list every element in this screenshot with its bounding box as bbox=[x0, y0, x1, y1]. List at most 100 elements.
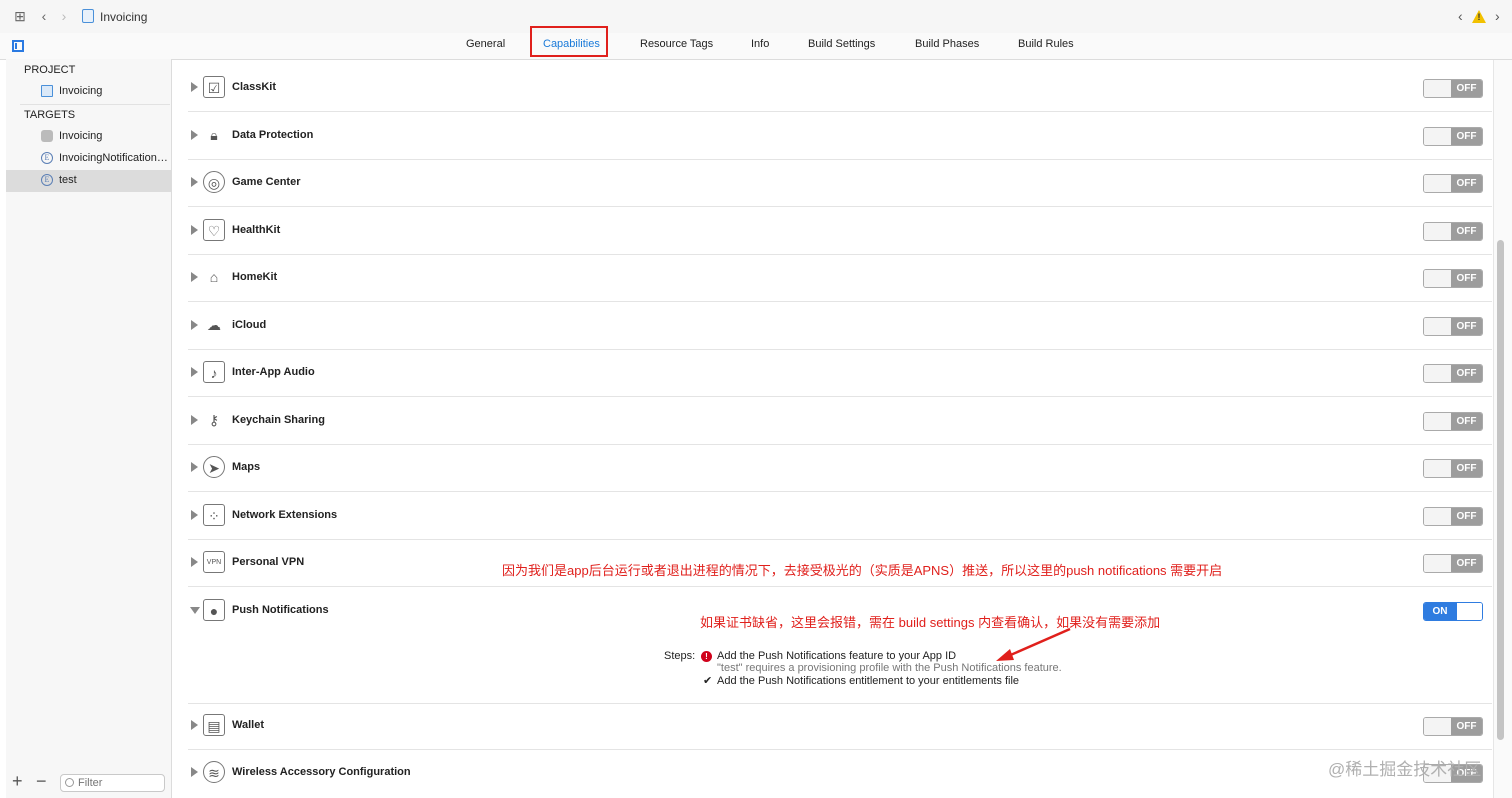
back-chevron-icon[interactable]: ‹ bbox=[36, 8, 52, 24]
forward-chevron-icon[interactable]: › bbox=[56, 8, 72, 24]
game-center-icon: ◎ bbox=[203, 171, 225, 193]
capability-toggle[interactable]: OFF bbox=[1423, 412, 1483, 431]
capability-row-wireless-accessory[interactable]: ≋ Wireless Accessory Configuration OFF bbox=[188, 749, 1492, 796]
targets-section-header: TARGETS bbox=[24, 109, 76, 121]
vpn-icon: VPN bbox=[203, 551, 225, 573]
capability-toggle[interactable]: OFF bbox=[1423, 317, 1483, 336]
disclosure-triangle-icon[interactable] bbox=[191, 367, 198, 377]
capability-name: HealthKit bbox=[232, 224, 281, 236]
annotation-arrow-icon bbox=[996, 627, 1071, 661]
wallet-icon: ▤ bbox=[203, 714, 225, 736]
wireless-icon: ≋ bbox=[203, 761, 225, 783]
tab-build-rules[interactable]: Build Rules bbox=[1018, 38, 1074, 50]
capability-row-homekit[interactable]: ⌂ HomeKit OFF bbox=[188, 254, 1492, 302]
issue-next-chevron-icon[interactable]: › bbox=[1495, 8, 1500, 24]
toggle-knob bbox=[1424, 318, 1452, 335]
heart-icon: ♡ bbox=[203, 219, 225, 241]
extension-target-icon: E bbox=[41, 174, 53, 186]
disclosure-triangle-icon[interactable] bbox=[191, 82, 198, 92]
capability-row-classkit[interactable]: ☑ ClassKit OFF bbox=[188, 64, 1492, 112]
capability-toggle[interactable]: OFF bbox=[1423, 364, 1483, 383]
capability-name: Game Center bbox=[232, 176, 301, 188]
disclosure-triangle-icon[interactable] bbox=[191, 557, 198, 567]
tab-build-settings[interactable]: Build Settings bbox=[808, 38, 875, 50]
toggle-state: OFF bbox=[1451, 413, 1482, 430]
capability-row-data-protection[interactable]: 🔒︎ Data Protection OFF bbox=[188, 112, 1492, 160]
remove-target-button[interactable]: − bbox=[36, 772, 47, 790]
disclosure-triangle-icon[interactable] bbox=[191, 510, 198, 520]
capability-toggle[interactable]: OFF bbox=[1423, 269, 1483, 288]
toggle-state: OFF bbox=[1451, 80, 1482, 97]
capability-toggle[interactable]: OFF bbox=[1423, 79, 1483, 98]
toggle-knob bbox=[1424, 270, 1452, 287]
capabilities-list: ☑ ClassKit OFF 🔒︎ Data Protection OFF ◎ … bbox=[172, 60, 1492, 798]
capability-row-network-extensions[interactable]: ⁘ Network Extensions OFF bbox=[188, 492, 1492, 540]
filter-field[interactable] bbox=[60, 774, 165, 792]
annotation-note: 因为我们是app后台运行或者退出进程的情况下，去接受极光的（实质是APNS）推送… bbox=[502, 563, 1223, 578]
disclosure-triangle-icon[interactable] bbox=[191, 767, 198, 777]
project-file-icon bbox=[82, 9, 94, 23]
sidebar-item-target[interactable]: E InvoicingNotificationService bbox=[6, 148, 171, 170]
capability-toggle[interactable]: OFF bbox=[1423, 554, 1483, 573]
disclosure-triangle-icon[interactable] bbox=[191, 130, 198, 140]
capability-name: Inter-App Audio bbox=[232, 366, 315, 378]
capability-toggle[interactable]: ON bbox=[1423, 602, 1483, 621]
disclosure-triangle-icon[interactable] bbox=[191, 462, 198, 472]
filter-icon bbox=[65, 778, 74, 787]
sidebar-item-target[interactable]: E test bbox=[6, 170, 171, 192]
tab-build-phases[interactable]: Build Phases bbox=[915, 38, 979, 50]
capability-row-healthkit[interactable]: ♡ HealthKit OFF bbox=[188, 207, 1492, 255]
capability-name: ClassKit bbox=[232, 81, 277, 93]
sidebar-item-label: InvoicingNotificationService bbox=[59, 152, 169, 164]
steps-label: Steps: bbox=[664, 650, 696, 662]
app-target-icon bbox=[41, 130, 53, 142]
key-icon: ⚷ bbox=[208, 412, 220, 428]
disclosure-triangle-icon[interactable] bbox=[191, 320, 198, 330]
capability-toggle[interactable]: OFF bbox=[1423, 459, 1483, 478]
capability-toggle[interactable]: OFF bbox=[1423, 507, 1483, 526]
breadcrumb-label[interactable]: Invoicing bbox=[100, 10, 147, 24]
add-target-button[interactable]: + bbox=[12, 772, 23, 790]
capability-toggle[interactable]: OFF bbox=[1423, 222, 1483, 241]
capability-toggle[interactable]: OFF bbox=[1423, 127, 1483, 146]
sidebar-item-target[interactable]: Invoicing bbox=[6, 126, 171, 148]
disclosure-triangle-icon[interactable] bbox=[191, 415, 198, 425]
maps-icon: ➤ bbox=[203, 456, 225, 478]
toggle-state: OFF bbox=[1451, 318, 1482, 335]
tab-info[interactable]: Info bbox=[751, 38, 769, 50]
sidebar-item-project[interactable]: Invoicing bbox=[6, 81, 171, 103]
disclosure-triangle-icon[interactable] bbox=[191, 720, 198, 730]
tab-general[interactable]: General bbox=[466, 38, 505, 50]
capability-row-maps[interactable]: ➤ Maps OFF bbox=[188, 444, 1492, 492]
filter-input[interactable] bbox=[78, 776, 162, 790]
sidebar-toggle-icon[interactable] bbox=[12, 40, 24, 52]
capability-row-game-center[interactable]: ◎ Game Center OFF bbox=[188, 159, 1492, 207]
capability-row-keychain-sharing[interactable]: ⚷ Keychain Sharing OFF bbox=[188, 397, 1492, 445]
issue-prev-chevron-icon[interactable]: ‹ bbox=[1458, 8, 1463, 24]
grid-icon[interactable]: ⊞ bbox=[12, 8, 28, 24]
extension-target-icon: E bbox=[41, 152, 53, 164]
push-notifications-steps: Steps: ! Add the Push Notifications feat… bbox=[188, 635, 1492, 704]
disclosure-triangle-expanded-icon[interactable] bbox=[190, 607, 200, 614]
disclosure-triangle-icon[interactable] bbox=[191, 272, 198, 282]
watermark: @稀土掘金技术社区 bbox=[1328, 760, 1482, 779]
network-icon: ⁘ bbox=[203, 504, 225, 526]
toggle-state: OFF bbox=[1451, 460, 1482, 477]
editor-tab-bar: General Capabilities Resource Tags Info … bbox=[0, 33, 1512, 60]
capability-toggle[interactable]: OFF bbox=[1423, 174, 1483, 193]
capability-toggle[interactable]: OFF bbox=[1423, 717, 1483, 736]
capability-row-wallet[interactable]: ▤ Wallet OFF bbox=[188, 702, 1492, 750]
toggle-knob bbox=[1424, 128, 1452, 145]
tab-resource-tags[interactable]: Resource Tags bbox=[640, 38, 713, 50]
capability-row-icloud[interactable]: ☁ iCloud OFF bbox=[188, 302, 1492, 350]
capability-row-inter-app-audio[interactable]: ♪ Inter-App Audio OFF bbox=[188, 349, 1492, 397]
project-navigator: PROJECT Invoicing TARGETS Invoicing E In… bbox=[6, 59, 172, 798]
sidebar-footer: + − bbox=[6, 768, 171, 798]
toggle-state: OFF bbox=[1451, 718, 1482, 735]
disclosure-triangle-icon[interactable] bbox=[191, 177, 198, 187]
disclosure-triangle-icon[interactable] bbox=[191, 225, 198, 235]
push-icon: ● bbox=[203, 599, 225, 621]
step-text: Add the Push Notifications feature to yo… bbox=[717, 650, 957, 662]
toggle-state: OFF bbox=[1451, 270, 1482, 287]
scrollbar-thumb[interactable] bbox=[1497, 240, 1504, 740]
